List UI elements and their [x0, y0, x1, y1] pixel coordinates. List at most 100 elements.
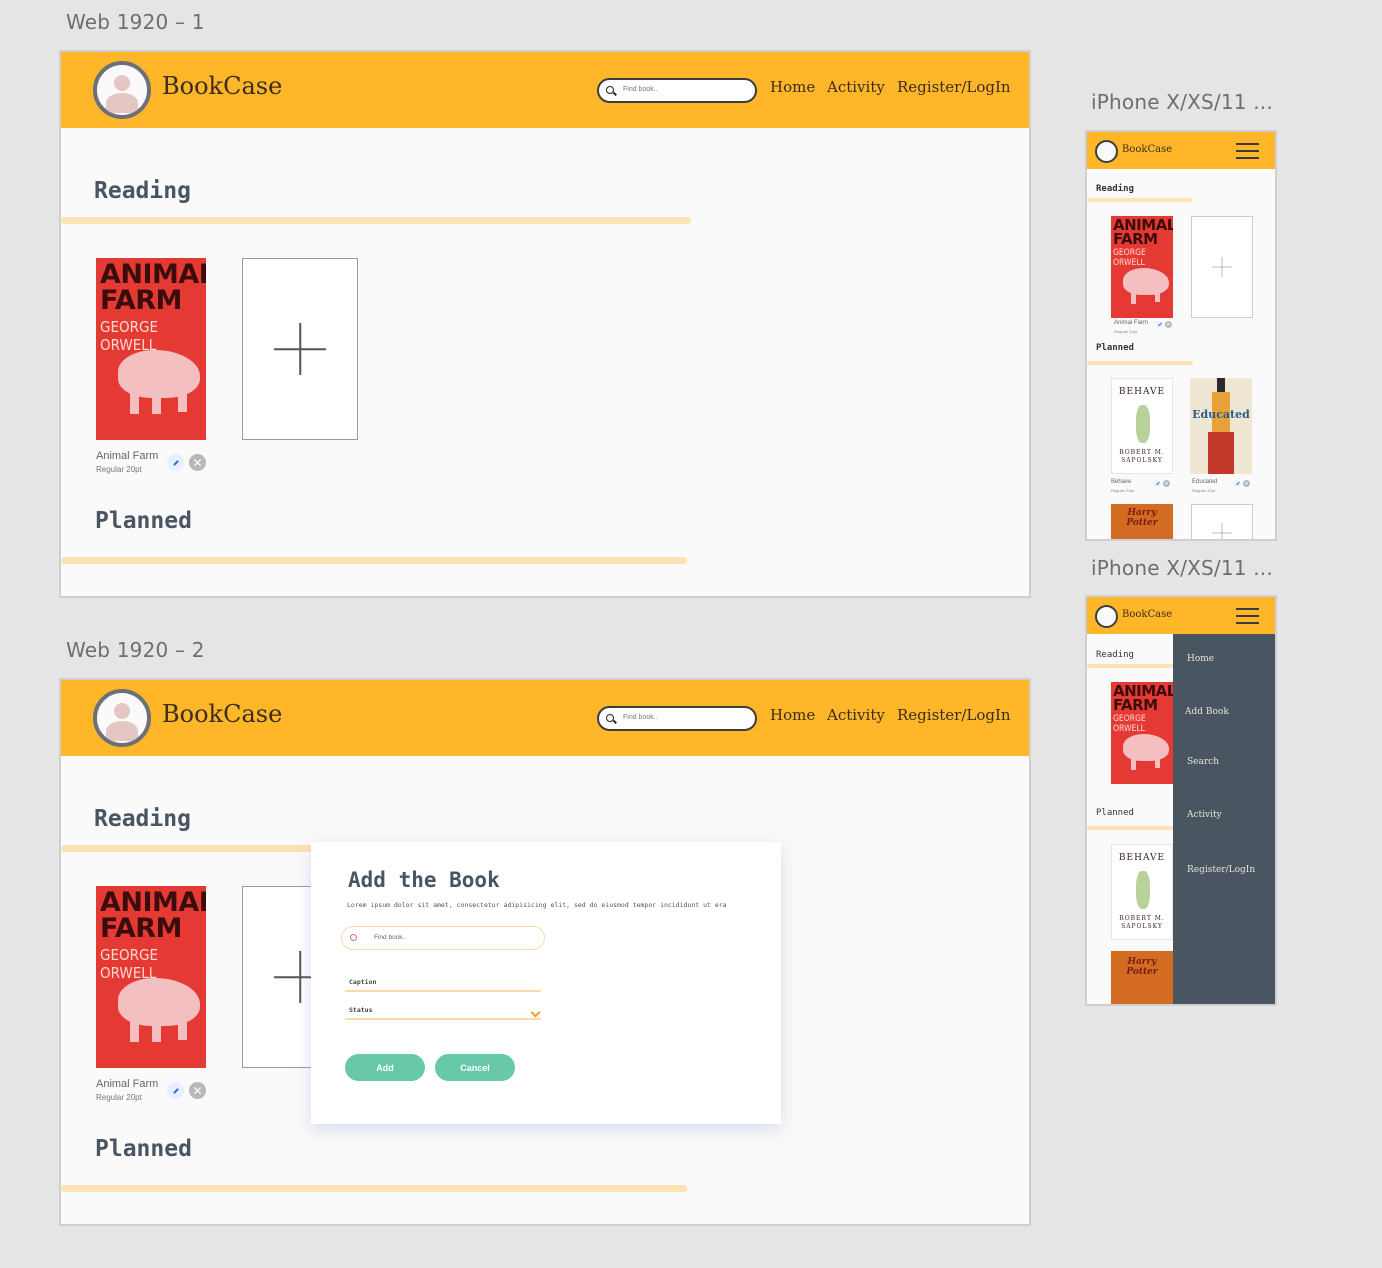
brand-logo[interactable]: BookCase: [162, 72, 282, 100]
section-title-reading: Reading: [1096, 650, 1134, 660]
caption-field[interactable]: [345, 990, 541, 992]
artboard-mobile1: BookCase Reading ANIMAL FARM GEORGE ORWEL…: [1085, 130, 1277, 541]
mobile-header: BookCase: [1087, 132, 1275, 169]
brand-logo[interactable]: BookCase: [1122, 609, 1172, 620]
section-divider: [1087, 361, 1193, 365]
add-book-modal: Add the Book Lorem ipsum dolor sit amet,…: [311, 842, 781, 1124]
delete-book-button[interactable]: ✕: [189, 454, 206, 471]
section-divider: [61, 217, 691, 224]
mobile-header: BookCase: [1087, 597, 1275, 634]
section-title-reading: Reading: [94, 178, 191, 204]
book-cover-animal-farm[interactable]: ANIMAL FARM GEORGE ORWELL: [1111, 216, 1173, 318]
book-caption-behave: Behave: [1111, 479, 1132, 485]
section-divider: [1087, 198, 1193, 202]
book-subcaption: Regular 20pt: [1114, 329, 1137, 334]
book-cover-behave[interactable]: BEHAVE ROBERT M. SAPOLSKY: [1111, 378, 1173, 474]
section-divider: [61, 1185, 687, 1192]
site-header: BookCase Find book.. Home Activity Regis…: [61, 52, 1029, 128]
artboard-label-mobile1: iPhone X/XS/11 ...: [1091, 90, 1273, 114]
book-caption-educated: Educated: [1192, 479, 1218, 485]
book-subcaption: Regular 20pt: [1192, 488, 1215, 493]
status-field-label: Status: [349, 1006, 373, 1014]
close-icon: ✕: [1244, 480, 1249, 487]
status-select[interactable]: [345, 1018, 541, 1020]
hamburger-menu-icon[interactable]: [1236, 143, 1259, 159]
menu-item-register-login[interactable]: Register/LogIn: [1187, 865, 1255, 875]
close-icon: ✕: [1164, 480, 1169, 487]
add-button[interactable]: Add: [345, 1054, 425, 1081]
book-cover-harry-potter[interactable]: Harry Potter: [1111, 951, 1173, 1004]
nav-home[interactable]: Home: [770, 706, 815, 724]
edit-book-button[interactable]: [1234, 480, 1241, 487]
add-book-card[interactable]: [1191, 216, 1253, 318]
nav-register-login[interactable]: Register/LogIn: [897, 78, 1011, 96]
section-title-planned: Planned: [95, 1136, 192, 1162]
book-cover-behave[interactable]: BEHAVE ROBERT M. SAPOLSKY: [1111, 844, 1173, 940]
site-header: BookCase Find book.. Home Activity Regis…: [61, 680, 1029, 756]
delete-book-button[interactable]: ✕: [189, 1082, 206, 1099]
book-cover-animal-farm[interactable]: ANIMAL FARM GEORGE ORWELL: [96, 886, 206, 1068]
search-input[interactable]: Find book..: [597, 78, 757, 103]
menu-item-home[interactable]: Home: [1187, 654, 1214, 664]
chevron-down-icon[interactable]: [530, 1007, 541, 1018]
brand-logo[interactable]: BookCase: [162, 700, 282, 728]
menu-item-search[interactable]: Search: [1187, 757, 1219, 767]
edit-book-button[interactable]: [167, 454, 184, 471]
book-caption: Animal Farm: [96, 450, 159, 462]
pencil-icon: [1155, 481, 1160, 486]
artboard-label-web1: Web 1920 – 1: [66, 10, 205, 34]
close-icon: ✕: [192, 455, 203, 470]
edit-book-button[interactable]: [1156, 321, 1163, 328]
user-avatar-icon[interactable]: [1095, 140, 1118, 163]
book-subcaption: Regular 20pt: [96, 465, 142, 474]
pencil-icon: [172, 1087, 179, 1094]
add-book-card[interactable]: [242, 258, 358, 440]
book-caption: Animal Farm: [96, 1078, 159, 1090]
modal-search-input[interactable]: Find book..: [341, 926, 545, 950]
menu-item-add-book[interactable]: Add Book: [1185, 707, 1229, 717]
nav-activity[interactable]: Activity: [827, 706, 885, 724]
section-divider: [61, 557, 687, 564]
menu-item-activity[interactable]: Activity: [1187, 810, 1222, 820]
pencil-icon: [1235, 481, 1240, 486]
artboard-web1: BookCase Find book.. Home Activity Regis…: [59, 50, 1031, 598]
edit-book-button[interactable]: [167, 1082, 184, 1099]
delete-book-button[interactable]: ✕: [1165, 321, 1172, 328]
caption-field-label: Caption: [349, 978, 377, 986]
modal-title: Add the Book: [348, 868, 500, 892]
artboard-web2: BookCase Find book.. Home Activity Regis…: [59, 678, 1031, 1226]
pencil-icon: [1157, 322, 1162, 327]
book-cover-animal-farm[interactable]: ANIMAL FARM GEORGE ORWELL: [96, 258, 206, 440]
section-title-planned: Planned: [1096, 808, 1134, 818]
user-avatar-icon[interactable]: [93, 689, 151, 747]
section-title-planned: Planned: [95, 508, 192, 534]
book-cover-animal-farm[interactable]: ANIMAL FARM GEORGE ORWELL: [1111, 682, 1173, 784]
pencil-icon: [172, 459, 179, 466]
cancel-button[interactable]: Cancel: [435, 1054, 515, 1081]
book-subcaption: Regular 20pt: [96, 1093, 142, 1102]
search-icon: [350, 934, 357, 941]
user-avatar-icon[interactable]: [93, 61, 151, 119]
delete-book-button[interactable]: ✕: [1243, 480, 1250, 487]
delete-book-button[interactable]: ✕: [1163, 480, 1170, 487]
book-cover-educated[interactable]: Educated: [1190, 378, 1252, 474]
nav-register-login[interactable]: Register/LogIn: [897, 706, 1011, 724]
hamburger-menu-icon[interactable]: [1236, 608, 1259, 624]
artboard-label-mobile2: iPhone X/XS/11 ...: [1091, 556, 1273, 580]
nav-activity[interactable]: Activity: [827, 78, 885, 96]
section-title-reading: Reading: [94, 806, 191, 832]
edit-book-button[interactable]: [1154, 480, 1161, 487]
search-input[interactable]: Find book..: [597, 706, 757, 731]
book-cover-harry-potter[interactable]: Harry Potter: [1111, 504, 1173, 539]
modal-description: Lorem ipsum dolor sit amet, consectetur …: [347, 901, 727, 909]
search-placeholder: Find book..: [623, 86, 658, 93]
nav-home[interactable]: Home: [770, 78, 815, 96]
section-title-reading: Reading: [1096, 184, 1134, 194]
book-subcaption: Regular 20pt: [1111, 488, 1134, 493]
modal-search-placeholder: Find book..: [374, 934, 407, 941]
user-avatar-icon[interactable]: [1095, 605, 1118, 628]
brand-logo[interactable]: BookCase: [1122, 144, 1172, 155]
close-icon: ✕: [192, 1083, 203, 1098]
search-icon: [606, 86, 614, 94]
add-book-card[interactable]: [1191, 504, 1253, 539]
